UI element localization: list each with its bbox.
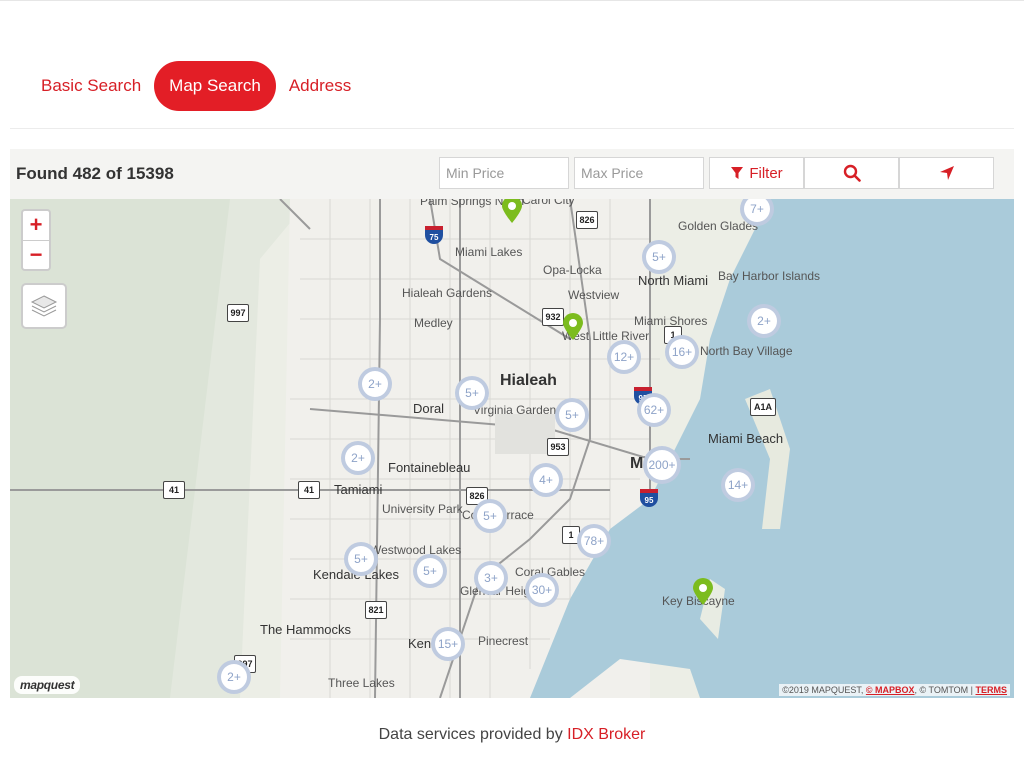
place-label: Doral: [413, 401, 445, 416]
route-shield: 41: [163, 481, 185, 499]
route-shield: 826: [576, 211, 598, 229]
place-label: University Park: [382, 502, 463, 516]
listing-cluster[interactable]: 2+: [358, 367, 392, 401]
attribution-prefix: ©2019 MAPQUEST,: [782, 685, 866, 695]
listing-cluster[interactable]: 62+: [637, 393, 671, 427]
listing-cluster[interactable]: 5+: [455, 376, 489, 410]
place-label: Hialeah Gardens: [402, 286, 493, 300]
map-attribution: ©2019 MAPQUEST, © MAPBOX, © TOMTOM | TER…: [779, 684, 1010, 696]
layers-icon: [30, 295, 58, 317]
map-pin-icon[interactable]: [561, 313, 585, 341]
route-shield: 41: [298, 481, 320, 499]
mapbox-link[interactable]: © MAPBOX: [866, 685, 915, 695]
zoom-in-button[interactable]: +: [23, 211, 49, 241]
listing-cluster[interactable]: 2+: [217, 660, 251, 694]
results-count: Found 482 of 15398: [16, 164, 174, 183]
place-label: Fontainebleau: [388, 460, 471, 475]
place-label: Westview: [568, 288, 620, 302]
idx-broker-link[interactable]: IDX Broker: [567, 726, 645, 743]
min-price-input[interactable]: [439, 157, 569, 189]
listing-cluster[interactable]: 2+: [747, 304, 781, 338]
map-base: [10, 199, 1014, 698]
filter-label: Filter: [749, 164, 783, 182]
tab-address[interactable]: Address: [276, 61, 364, 111]
listing-cluster[interactable]: 14+: [721, 468, 755, 502]
listing-cluster[interactable]: 16+: [665, 335, 699, 369]
place-label: Miami Lakes: [455, 245, 523, 259]
filter-button[interactable]: Filter: [709, 157, 804, 189]
place-label: Carol City: [522, 199, 575, 207]
map-pin-icon[interactable]: [500, 199, 524, 224]
place-label: North Bay Village: [700, 344, 793, 358]
max-price-input[interactable]: [574, 157, 704, 189]
zoom-control: + −: [21, 209, 51, 271]
listing-cluster[interactable]: 5+: [413, 554, 447, 588]
listing-cluster[interactable]: 5+: [555, 398, 589, 432]
listing-cluster[interactable]: 2+: [341, 441, 375, 475]
listing-cluster[interactable]: 5+: [344, 542, 378, 576]
map-toolbar: Found 482 of 15398 Filter: [10, 149, 1014, 199]
route-shield: 75: [425, 226, 443, 244]
search-button[interactable]: [804, 157, 899, 189]
place-label: The Hammocks: [260, 622, 352, 637]
place-label: Pinecrest: [478, 634, 529, 648]
top-border: [0, 0, 1024, 1]
route-shield: A1A: [750, 398, 776, 416]
search-tabs: Basic Search Map Search Address: [28, 61, 364, 111]
locate-button[interactable]: [899, 157, 994, 189]
footer-text: Data services provided by: [378, 726, 568, 743]
place-label: Three Lakes: [328, 676, 395, 690]
listing-cluster[interactable]: 78+: [577, 524, 611, 558]
listing-cluster[interactable]: 3+: [474, 561, 508, 595]
place-label: Medley: [414, 316, 453, 330]
search-icon: [843, 164, 861, 182]
place-label: Tamiami: [334, 482, 383, 497]
place-label: Hialeah: [500, 372, 557, 389]
route-shield: 95: [640, 489, 658, 507]
place-label: North Miami: [638, 273, 709, 288]
tab-map-search[interactable]: Map Search: [154, 61, 276, 111]
layers-button[interactable]: [21, 283, 67, 329]
zoom-out-button[interactable]: −: [23, 241, 49, 270]
tab-basic-search[interactable]: Basic Search: [28, 61, 154, 111]
map-pin-icon[interactable]: [691, 578, 715, 606]
place-label: Bay Harbor Islands: [718, 269, 821, 283]
place-label: Virginia Gardens: [473, 403, 563, 417]
place-label: Opa-Locka: [543, 263, 602, 277]
listing-cluster[interactable]: 30+: [525, 573, 559, 607]
route-shield: 953: [547, 438, 569, 456]
listing-cluster[interactable]: 12+: [607, 340, 641, 374]
place-label: Miami Beach: [708, 431, 784, 446]
filter-icon: [731, 167, 744, 179]
location-arrow-icon: [939, 166, 954, 180]
place-label: Westwood Lakes: [370, 543, 462, 557]
mapquest-logo: mapquest: [14, 676, 81, 694]
listing-cluster[interactable]: 5+: [473, 499, 507, 533]
listing-cluster[interactable]: 4+: [529, 463, 563, 497]
map[interactable]: + − Palm Springs North Carol City Golden…: [10, 199, 1014, 698]
listing-cluster[interactable]: 5+: [642, 240, 676, 274]
route-shield: 821: [365, 601, 387, 619]
route-shield: 997: [227, 304, 249, 322]
footer: Data services provided by IDX Broker: [0, 726, 1024, 744]
listing-cluster[interactable]: 200+: [643, 446, 681, 484]
terms-link[interactable]: TERMS: [976, 685, 1008, 695]
listing-cluster[interactable]: 15+: [431, 627, 465, 661]
attribution-middle: , © TOMTOM |: [914, 685, 976, 695]
divider: [10, 128, 1014, 129]
